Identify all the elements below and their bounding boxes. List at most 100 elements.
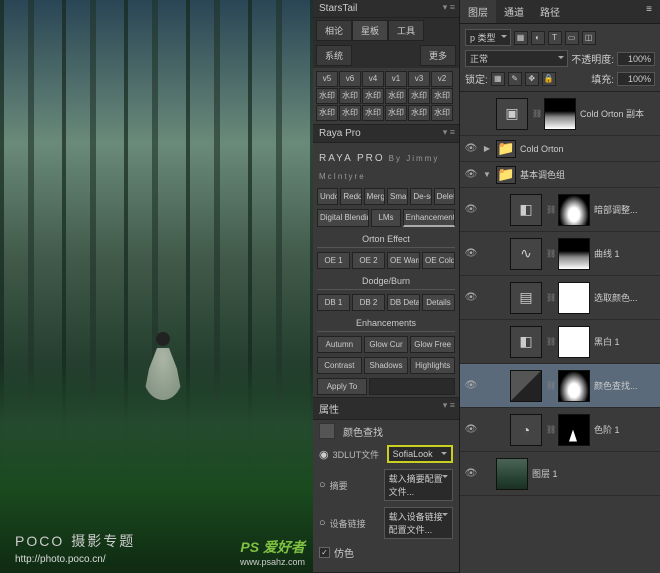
panel-menu-icon[interactable]: ≡: [638, 0, 660, 23]
radio-icon[interactable]: ○: [319, 479, 326, 491]
raya-enhancements[interactable]: Enhancements: [403, 209, 455, 227]
panel-menu-icon[interactable]: ▾ ≡: [443, 400, 455, 411]
fold-icon[interactable]: ▶: [482, 144, 492, 153]
st-btn[interactable]: 水印: [316, 105, 338, 121]
fold-icon[interactable]: ▼: [482, 170, 492, 179]
document-canvas[interactable]: POCO 摄影专题 http://photo.poco.cn/ PS 爱好者 w…: [0, 0, 313, 573]
apply-to-field[interactable]: [369, 378, 455, 395]
st-btn[interactable]: 水印: [385, 88, 407, 104]
lock-trans-icon[interactable]: ▦: [491, 72, 505, 86]
mask-thumb[interactable]: [558, 326, 590, 358]
st-btn[interactable]: 水印: [408, 88, 430, 104]
visibility-icon[interactable]: 👁: [464, 467, 478, 481]
contrast-button[interactable]: Contrast: [317, 357, 362, 374]
visibility-icon[interactable]: 👁: [464, 423, 478, 437]
st-btn[interactable]: 水印: [385, 105, 407, 121]
oe2-button[interactable]: OE 2: [352, 252, 385, 269]
raya-undo[interactable]: Undo: [317, 188, 338, 205]
visibility-icon[interactable]: [464, 335, 478, 349]
st-btn[interactable]: v3: [408, 71, 430, 87]
mask-thumb[interactable]: [558, 414, 590, 446]
panel-menu-icon[interactable]: ▾ ≡: [443, 2, 455, 13]
lut-dropdown[interactable]: SofiaLook: [387, 445, 453, 463]
layer-row[interactable]: ▣⛓Cold Orton 副本: [460, 92, 660, 136]
layer-row[interactable]: 👁◧⛓暗部调整...: [460, 188, 660, 232]
raya-merge[interactable]: Merge: [364, 188, 385, 205]
filter-adj-icon[interactable]: ◐: [531, 31, 545, 45]
visibility-icon[interactable]: 👁: [464, 379, 478, 393]
lock-pos-icon[interactable]: ✥: [525, 72, 539, 86]
st-btn[interactable]: v2: [431, 71, 453, 87]
st-tab-2[interactable]: 工具: [388, 20, 424, 41]
layer-row[interactable]: 👁⛓颜色查找...: [460, 364, 660, 408]
dither-checkbox[interactable]: ✓: [319, 547, 330, 558]
panel-menu-icon[interactable]: ▾ ≡: [443, 127, 455, 138]
raya-digital-blending[interactable]: Digital Blending: [317, 209, 369, 227]
st-btn[interactable]: 水印: [339, 105, 361, 121]
opacity-field[interactable]: 100%: [617, 52, 655, 66]
st-btn[interactable]: 水印: [316, 88, 338, 104]
st-btn[interactable]: 水印: [339, 88, 361, 104]
st-tab-1[interactable]: 星板: [352, 20, 388, 41]
device-dropdown[interactable]: 载入设备链接配置文件...: [384, 507, 453, 539]
st-btn[interactable]: v4: [362, 71, 384, 87]
paths-tab[interactable]: 路径: [532, 0, 568, 23]
st-btn[interactable]: v6: [339, 71, 361, 87]
layer-row[interactable]: 👁∿⛓曲线 1: [460, 232, 660, 276]
lock-paint-icon[interactable]: ✎: [508, 72, 522, 86]
mask-thumb[interactable]: [558, 370, 590, 402]
st-btn[interactable]: v5: [316, 71, 338, 87]
st-btn[interactable]: 水印: [431, 88, 453, 104]
radio-icon[interactable]: ◉: [319, 448, 329, 461]
db-details-button[interactable]: DB Details: [387, 294, 420, 311]
apply-to-button[interactable]: Apply To: [317, 378, 367, 395]
st-btn[interactable]: 水印: [362, 88, 384, 104]
st-btn[interactable]: 水印: [408, 105, 430, 121]
layer-row[interactable]: 👁▶📁Cold Orton: [460, 136, 660, 162]
visibility-icon[interactable]: [464, 107, 478, 121]
mask-thumb[interactable]: [558, 282, 590, 314]
raya-delete[interactable]: Delete: [434, 188, 455, 205]
layer-row[interactable]: ◧⛓黑白 1: [460, 320, 660, 364]
radio-icon[interactable]: ○: [319, 517, 326, 529]
layer-row[interactable]: 👁◔⛓色阶 1: [460, 408, 660, 452]
glowfree-button[interactable]: Glow Free: [410, 336, 455, 353]
lock-all-icon[interactable]: 🔒: [542, 72, 556, 86]
mask-thumb[interactable]: [558, 238, 590, 270]
raya-redo[interactable]: Redo: [340, 188, 361, 205]
filter-type-icon[interactable]: T: [548, 31, 562, 45]
mask-thumb[interactable]: [544, 98, 576, 130]
st-tab2-1[interactable]: 更多: [420, 45, 456, 66]
visibility-icon[interactable]: 👁: [464, 168, 478, 182]
shadows-button[interactable]: Shadows: [364, 357, 409, 374]
st-btn[interactable]: 水印: [431, 105, 453, 121]
filter-pixel-icon[interactable]: ▦: [514, 31, 528, 45]
autumn-button[interactable]: Autumn: [317, 336, 362, 353]
mask-thumb[interactable]: [558, 194, 590, 226]
layer-row[interactable]: 👁▼📁基本调色组: [460, 162, 660, 188]
visibility-icon[interactable]: 👁: [464, 291, 478, 305]
oe1-button[interactable]: OE 1: [317, 252, 350, 269]
layers-tab[interactable]: 图层: [460, 0, 496, 23]
details-button[interactable]: Details: [422, 294, 455, 311]
highlights-button[interactable]: Highlights: [410, 357, 455, 374]
oe-cold-button[interactable]: OE Cold: [422, 252, 455, 269]
oe-warm-button[interactable]: OE Warm: [387, 252, 420, 269]
filter-kind-select[interactable]: p 类型: [465, 29, 511, 46]
visibility-icon[interactable]: 👁: [464, 247, 478, 261]
filter-smart-icon[interactable]: ◫: [582, 31, 596, 45]
st-btn[interactable]: 水印: [362, 105, 384, 121]
db2-button[interactable]: DB 2: [352, 294, 385, 311]
st-btn[interactable]: v1: [385, 71, 407, 87]
abstract-dropdown[interactable]: 载入摘要配置文件...: [384, 469, 453, 501]
filter-shape-icon[interactable]: ▭: [565, 31, 579, 45]
st-tab2-0[interactable]: 系统: [316, 45, 352, 66]
layer-row[interactable]: 👁▤⛓选取颜色...: [460, 276, 660, 320]
raya-desel[interactable]: De-sel: [410, 188, 431, 205]
fill-field[interactable]: 100%: [617, 72, 655, 86]
st-tab-0[interactable]: 相论: [316, 20, 352, 41]
glowcur-button[interactable]: Glow Cur: [364, 336, 409, 353]
channels-tab[interactable]: 通道: [496, 0, 532, 23]
db1-button[interactable]: DB 1: [317, 294, 350, 311]
layer-row[interactable]: 👁图层 1: [460, 452, 660, 496]
